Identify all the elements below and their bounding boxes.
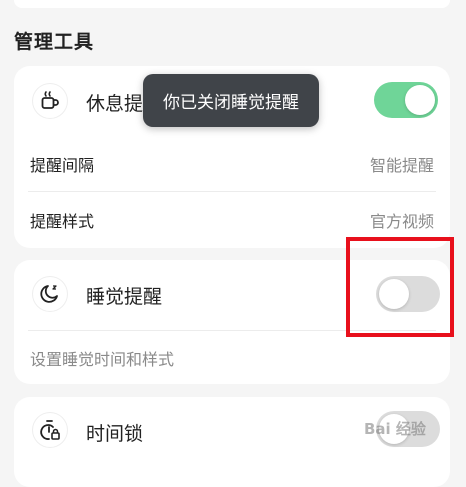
time-lock-card: 时间锁 — [14, 397, 450, 487]
watermark: Bai 经验 — [364, 420, 426, 438]
previous-card-bottom — [14, 0, 450, 8]
sleep-reminder-title: 睡觉提醒 — [86, 286, 163, 308]
section-title: 管理工具 — [14, 31, 95, 53]
style-value: 官方视频 — [369, 212, 434, 231]
interval-row[interactable]: 提醒间隔 智能提醒 — [14, 136, 450, 191]
toast-message: 你已关闭睡觉提醒 — [143, 74, 319, 127]
interval-label: 提醒间隔 — [30, 156, 95, 175]
timer-lock-icon — [32, 412, 68, 448]
moon-icon — [32, 276, 68, 312]
interval-value: 智能提醒 — [369, 156, 434, 175]
rest-reminder-toggle[interactable] — [374, 82, 438, 118]
time-lock-title: 时间锁 — [86, 423, 144, 445]
toggle-knob — [405, 85, 435, 115]
style-label: 提醒样式 — [30, 212, 95, 231]
coffee-cup-icon — [32, 83, 68, 119]
highlight-box — [346, 237, 454, 337]
sleep-reminder-hint[interactable]: 设置睡觉时间和样式 — [30, 346, 174, 370]
